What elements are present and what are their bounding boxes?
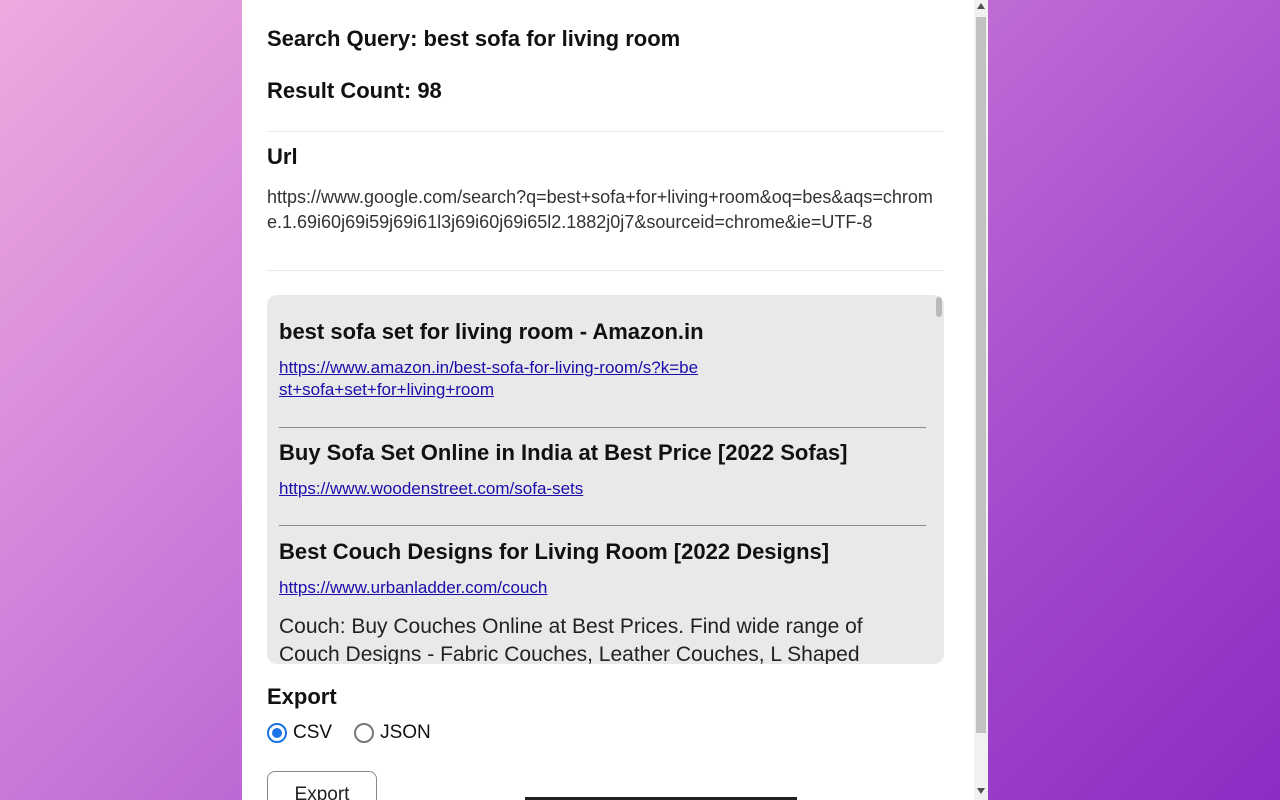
export-format-options: CSV JSON (267, 722, 453, 744)
result-title: Best Couch Designs for Living Room [2022… (279, 539, 830, 564)
radio-option-csv[interactable]: CSV (267, 722, 332, 744)
result-title: best sofa set for living room - Amazon.i… (279, 319, 704, 344)
radio-label-csv: CSV (293, 722, 333, 743)
url-value: https://www.google.com/search?q=best+sof… (267, 187, 933, 232)
divider (267, 270, 944, 271)
search-query-heading: Search Query: best sofa for living room (267, 26, 681, 51)
page-scrollbar[interactable] (974, 0, 988, 800)
result-item: Best Couch Designs for Living Room [2022… (279, 539, 926, 664)
result-separator (279, 525, 926, 526)
result-item: Buy Sofa Set Online in India at Best Pri… (279, 440, 926, 500)
scrollbar-thumb[interactable] (976, 17, 986, 733)
popup-panel: Search Query: best sofa for living room … (242, 0, 974, 800)
result-title: Buy Sofa Set Online in India at Best Pri… (279, 440, 848, 465)
result-item: best sofa set for living room - Amazon.i… (279, 319, 926, 401)
radio-option-json[interactable]: JSON (354, 722, 431, 744)
results-scrollbar-thumb[interactable] (936, 297, 942, 317)
url-label: Url (267, 144, 298, 169)
result-count-heading: Result Count: 98 (267, 78, 442, 103)
export-button[interactable]: Export (267, 771, 377, 800)
result-link[interactable]: https://www.amazon.in/best-sofa-for-livi… (279, 357, 699, 401)
scroll-down-icon[interactable] (977, 788, 985, 794)
result-link[interactable]: https://www.woodenstreet.com/sofa-sets (279, 478, 879, 500)
scroll-up-icon[interactable] (977, 3, 985, 9)
radio-label-json: JSON (380, 722, 431, 743)
results-list[interactable]: best sofa set for living room - Amazon.i… (267, 295, 944, 664)
radio-json[interactable] (354, 723, 375, 743)
radio-csv[interactable] (267, 723, 287, 743)
result-description: Couch: Buy Couches Online at Best Prices… (279, 615, 863, 664)
export-heading: Export (267, 684, 337, 709)
divider (267, 131, 944, 132)
result-separator (279, 427, 926, 428)
result-link[interactable]: https://www.urbanladder.com/couch (279, 577, 879, 599)
